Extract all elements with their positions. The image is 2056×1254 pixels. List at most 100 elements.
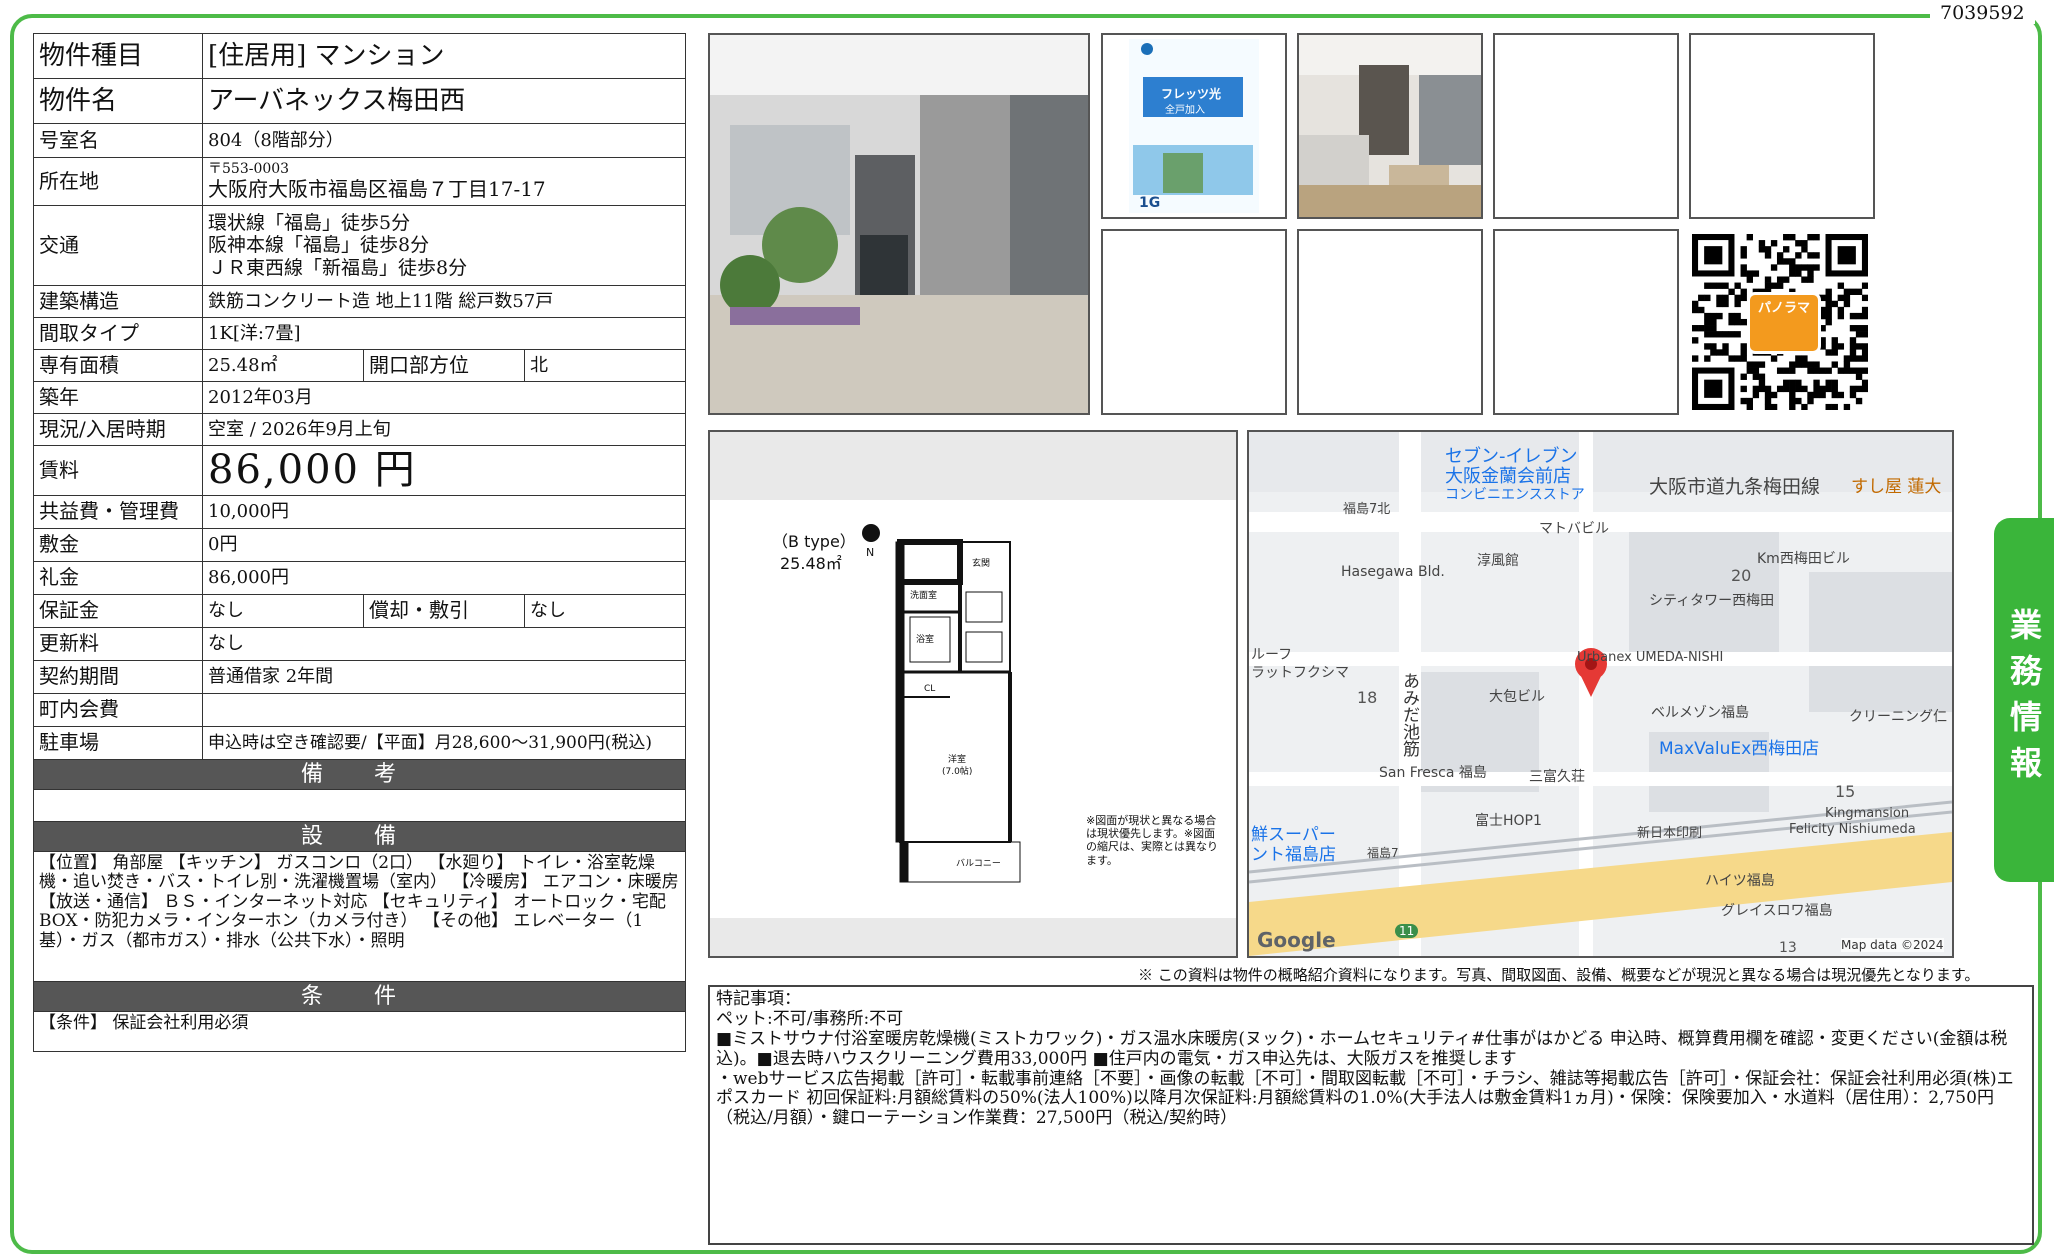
- structure-label: 建築構造: [33, 285, 203, 318]
- type-label: 物件種目: [33, 33, 203, 79]
- room-label-washroom: 洗面室: [910, 591, 938, 601]
- map-label: Km西梅田ビル: [1757, 551, 1850, 567]
- map-label: San Fresca 福島: [1379, 765, 1487, 781]
- map-label: 福島7北: [1343, 502, 1391, 517]
- map-label: マトバビル: [1539, 521, 1609, 537]
- access-line: 環状線「福島」徒歩5分: [208, 211, 411, 234]
- special-notes-line: ・webサービス広告掲載［許可］・転載事前連絡［不要］・画像の転載［不可］・間取…: [716, 1068, 2014, 1129]
- map-label: MaxValuEx西梅田店: [1659, 739, 1820, 759]
- google-logo: Google: [1257, 928, 1336, 952]
- photo-slot-empty: [1493, 33, 1679, 219]
- status-value: 空室 / 2026年9月上旬: [202, 413, 686, 446]
- map-label: Urbanex UMEDA-NISHI: [1577, 650, 1724, 665]
- assoc-label: 町内会費: [33, 693, 203, 727]
- map-label: ラットフクシマ: [1251, 665, 1349, 681]
- side-tab[interactable]: 業務情報: [1994, 518, 2054, 882]
- location-map[interactable]: セブン-イレブン 大阪金蘭会前店 コンビニエンスストア 大阪市道九条梅田線 すし…: [1247, 430, 1954, 958]
- map-label: シティタワー西梅田: [1649, 593, 1775, 609]
- direction-label: 開口部方位: [363, 349, 525, 382]
- key-money-value: 86,000円: [202, 561, 686, 595]
- deposit-value: 0円: [202, 528, 686, 562]
- area-label: 専有面積: [33, 349, 203, 382]
- layout-label: 間取タイプ: [33, 317, 203, 350]
- conditions-body: 【条件】 保証会社利用必須: [33, 1011, 686, 1052]
- status-label: 現況/入居時期: [33, 413, 203, 446]
- map-label: あみだ池筋: [1399, 672, 1419, 757]
- map-label: 大阪市道九条梅田線: [1649, 476, 1821, 498]
- special-notes-line: ペット:不可/事務所:不可: [716, 1008, 904, 1029]
- deposit-label: 敷金: [33, 528, 203, 562]
- parking-label: 駐車場: [33, 726, 203, 760]
- flyer-subtitle: 全戸加入: [1165, 105, 1205, 116]
- key-money-label: 礼金: [33, 561, 203, 595]
- room-label-balcony: バルコニー: [956, 859, 1001, 869]
- assoc-value: [202, 693, 686, 727]
- access-label: 交通: [33, 205, 203, 286]
- floor-plan-note: ※図面が現状と異なる場合は現状優先します。※図面の縮尺は、実際とは異なります。: [1086, 814, 1218, 867]
- map-label: Kingmansion: [1825, 806, 1910, 821]
- property-info-table: 物件種目 [住居用] マンション 物件名 アーバネックス梅田西 号室名 804（8階部…: [33, 33, 686, 1052]
- access-cell: 環状線「福島」徒歩5分 阪神本線「福島」徒歩8分 ＪＲ東西線「新福島」徒歩8分: [202, 205, 686, 286]
- map-label: 15: [1835, 782, 1856, 801]
- name-value: アーバネックス梅田西: [202, 78, 686, 124]
- room-label-size: (7.0帖): [942, 767, 973, 777]
- map-label: 20: [1731, 566, 1752, 585]
- postal-code: 〒553-0003: [208, 161, 290, 178]
- map-label: 三富久荘: [1529, 769, 1585, 785]
- photo-slot-empty: [1101, 229, 1287, 415]
- guarantee-label: 保証金: [33, 594, 203, 628]
- equipment-section-title: 設 備: [33, 821, 686, 852]
- map-label: ント福島店: [1251, 845, 1336, 865]
- room-image: [1299, 35, 1481, 217]
- map-label: 11: [1395, 924, 1419, 938]
- room-label-closet: CL: [924, 684, 936, 694]
- amort-value: なし: [524, 594, 686, 628]
- special-notes-line: ■ミストサウナ付浴室暖房乾燥機(ミストカワック)・ガス温水床暖房(ヌック)・ホー…: [716, 1028, 2008, 1069]
- rent-value: 86,000 円: [202, 445, 686, 496]
- map-label: 13: [1779, 940, 1797, 956]
- fee-label: 共益費・管理費: [33, 495, 203, 529]
- room-photo[interactable]: [1297, 33, 1483, 219]
- map-label: ルーフ: [1251, 647, 1293, 663]
- flyer-speed: 1G: [1139, 195, 1161, 211]
- photo-slot-empty: [1689, 33, 1875, 219]
- parking-value: 申込時は空き確認要/【平面】月28,600～31,900円(税込): [202, 726, 686, 760]
- map-label: Felicity Nishiumeda: [1789, 822, 1916, 837]
- photo-slot-empty: [1297, 229, 1483, 415]
- building-photo[interactable]: [708, 33, 1090, 415]
- map-label: ハイツ福島: [1705, 873, 1775, 889]
- floor-plan[interactable]: （B type） 25.48㎡ N 洗面室 浴室 玄関 CL 洋室 (7.0帖)…: [708, 430, 1238, 958]
- amort-label: 償却・敷引: [363, 594, 525, 628]
- map-label: すし屋 蓮大: [1851, 477, 1942, 497]
- internet-flyer-photo[interactable]: フレッツ光 全戸加入 1G: [1101, 33, 1287, 219]
- access-line: 阪神本線「福島」徒歩8分: [208, 234, 430, 257]
- special-notes: 特記事項： ペット:不可/事務所:不可 ■ミストサウナ付浴室暖房乾燥機(ミストカ…: [708, 985, 2034, 1245]
- map-label: 富士HOP1: [1475, 813, 1542, 829]
- map-label: コンビニエンスストア: [1445, 487, 1585, 503]
- building-image: [710, 35, 1088, 413]
- document-id: 7039592: [1930, 2, 2035, 24]
- flyer-image: [1129, 39, 1259, 213]
- map-label: Hasegawa Bld.: [1341, 564, 1445, 580]
- rent-label: 賃料: [33, 445, 203, 496]
- special-notes-title: 特記事項：: [716, 989, 801, 1009]
- map-label: 福島7: [1367, 846, 1399, 860]
- room-value: 804（8階部分）: [202, 123, 686, 158]
- flyer-title: フレッツ光: [1161, 87, 1222, 101]
- qr-panorama-label: パノラマ: [1757, 301, 1810, 316]
- panorama-qr-code[interactable]: パノラマ: [1692, 234, 1868, 410]
- contract-label: 契約期間: [33, 660, 203, 694]
- map-label: グレイスロワ福島: [1721, 903, 1833, 919]
- map-label: 18: [1357, 688, 1378, 707]
- type-value: [住居用] マンション: [202, 33, 686, 79]
- address-cell: 〒553-0003 大阪府大阪市福島区福島７丁目17-17: [202, 157, 686, 206]
- map-attribution: Map data ©2024: [1841, 938, 1944, 952]
- remarks-body: [33, 789, 686, 822]
- renewal-value: なし: [202, 627, 686, 661]
- guarantee-value: なし: [202, 594, 364, 628]
- address-label: 所在地: [33, 157, 203, 206]
- access-line: ＪＲ東西線「新福島」徒歩8分: [208, 256, 468, 279]
- name-label: 物件名: [33, 78, 203, 124]
- qr-panorama-badge: パノラマ: [1747, 292, 1821, 354]
- built-label: 築年: [33, 381, 203, 414]
